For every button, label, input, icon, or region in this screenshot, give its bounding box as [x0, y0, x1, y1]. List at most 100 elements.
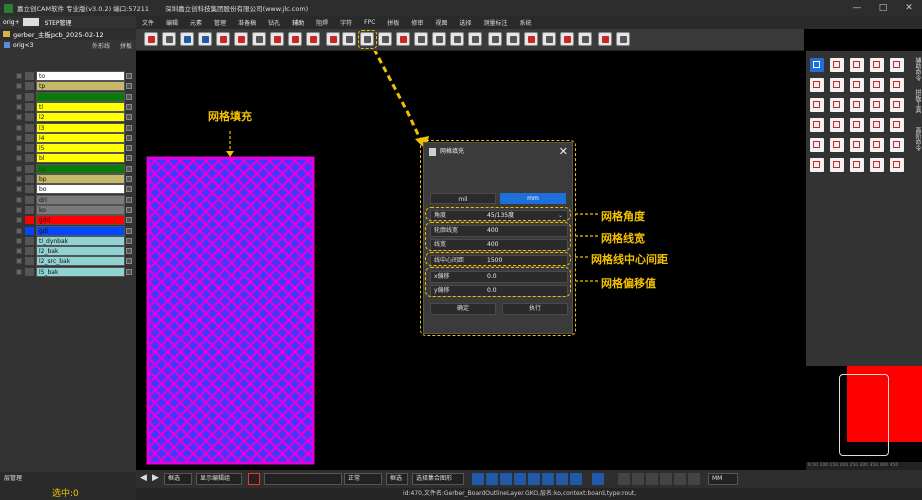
tool-button[interactable] [252, 32, 266, 46]
menu-item-0[interactable]: 文件 [136, 18, 160, 27]
layer-name[interactable]: bl [36, 153, 125, 164]
layer-color-swatch[interactable] [25, 164, 34, 173]
step-manager-button[interactable]: STEP管理 [45, 18, 72, 27]
command-icon-button[interactable] [890, 78, 904, 92]
command-icon-button[interactable] [870, 58, 884, 72]
layer-row[interactable]: l4 [16, 132, 133, 143]
command-icon-button[interactable] [870, 158, 884, 172]
layer-color-swatch[interactable] [25, 205, 34, 214]
layer-row[interactable]: bo [16, 184, 133, 195]
tool-button[interactable] [326, 32, 340, 46]
command-icon-button[interactable] [890, 138, 904, 152]
view-tool-button[interactable] [514, 473, 526, 485]
step-dropdown[interactable] [22, 18, 39, 26]
grid-fill-tool-button[interactable] [342, 32, 356, 46]
layer-color-swatch[interactable] [25, 72, 34, 80]
next-arrow-icon[interactable]: ▶ [152, 473, 159, 483]
layer-row[interactable]: tp [16, 81, 133, 92]
view-tool-button[interactable] [674, 473, 686, 485]
layer-lock-icon[interactable] [126, 217, 132, 224]
layer-color-swatch[interactable] [25, 257, 34, 266]
layer-row[interactable]: ko [16, 204, 133, 215]
layer-color-swatch[interactable] [25, 92, 34, 101]
layer-visibility-checkbox[interactable] [16, 124, 22, 131]
view-tool-button[interactable] [486, 473, 498, 485]
layer-visibility-checkbox[interactable] [16, 227, 22, 234]
layer-lock-icon[interactable] [126, 145, 132, 152]
tool-button[interactable] [360, 32, 374, 46]
tool-button[interactable] [488, 32, 502, 46]
layer-name[interactable]: l2 [36, 112, 125, 123]
menu-item-3[interactable]: 管理 [208, 18, 232, 27]
layer-color-swatch[interactable] [25, 216, 34, 225]
layer-name[interactable]: gdl [36, 225, 125, 236]
command-icon-button[interactable] [870, 98, 884, 112]
layer-row[interactable]: bl [16, 153, 133, 164]
tool-button[interactable] [198, 32, 212, 46]
layer-color-swatch[interactable] [25, 267, 34, 276]
command-icon-button[interactable] [830, 78, 844, 92]
layer-row[interactable]: drl [16, 194, 133, 205]
layer-name[interactable]: bp [36, 174, 125, 184]
layer-color-swatch[interactable] [25, 123, 34, 132]
menu-item-5[interactable]: 钻孔 [262, 18, 286, 27]
view-tool-button[interactable] [646, 473, 658, 485]
view-tool-button[interactable] [500, 473, 512, 485]
command-icon-button[interactable] [830, 98, 844, 112]
layer-lock-icon[interactable] [126, 227, 132, 234]
layer-name[interactable]: bo [36, 184, 125, 195]
layer-name[interactable]: ts [36, 91, 125, 102]
command-icon-button[interactable] [810, 78, 824, 92]
layer-visibility-checkbox[interactable] [16, 134, 22, 141]
command-icon-button[interactable] [830, 118, 844, 132]
menu-item-2[interactable]: 元素 [184, 18, 208, 27]
layer-name[interactable]: tl [36, 101, 125, 112]
layer-lock-icon[interactable] [126, 93, 132, 100]
layer-row[interactable]: gdd [16, 215, 133, 226]
layer-visibility-checkbox[interactable] [16, 237, 22, 244]
unit-select[interactable]: MM [708, 473, 738, 485]
layer-row[interactable]: l5 [16, 143, 133, 154]
layer-lock-icon[interactable] [126, 268, 132, 275]
command-icon-button[interactable] [810, 98, 824, 112]
command-icon-button[interactable] [830, 138, 844, 152]
command-icon-button[interactable] [890, 98, 904, 112]
layer-name[interactable]: drl [36, 194, 125, 205]
command-icon-button[interactable] [890, 118, 904, 132]
tool-button[interactable] [216, 32, 230, 46]
layer-visibility-checkbox[interactable] [16, 176, 22, 182]
layer-color-swatch[interactable] [25, 247, 34, 256]
layer-lock-icon[interactable] [126, 196, 132, 203]
menu-item-1[interactable]: 编辑 [160, 18, 184, 27]
tool-button[interactable] [414, 32, 428, 46]
view-tool-button[interactable] [542, 473, 554, 485]
command-icon-button[interactable] [870, 78, 884, 92]
layer-row[interactable]: l3 [16, 122, 133, 133]
tool-button[interactable] [144, 32, 158, 46]
command-icon-button[interactable] [870, 138, 884, 152]
tool-button[interactable] [288, 32, 302, 46]
menu-item-6[interactable]: 辅助 [286, 18, 310, 27]
layer-lock-icon[interactable] [126, 103, 132, 110]
view-tool-button[interactable] [556, 473, 568, 485]
view-tool-button[interactable] [618, 473, 630, 485]
minimap-viewport[interactable] [839, 374, 889, 456]
layer-lock-icon[interactable] [126, 186, 132, 193]
layer-row[interactable]: l2_src_bak [16, 256, 133, 267]
layer-color-swatch[interactable] [25, 236, 34, 245]
command-icon-button[interactable] [850, 158, 864, 172]
show-editor-button[interactable]: 显示编辑组 [196, 473, 242, 485]
select-set-button[interactable]: 选择集合图形 [412, 473, 464, 485]
layer-row[interactable]: to [16, 71, 133, 81]
view-tool-button[interactable] [592, 473, 604, 485]
view-tool-button[interactable] [632, 473, 644, 485]
layer-visibility-checkbox[interactable] [16, 186, 22, 193]
command-icon-button[interactable] [850, 138, 864, 152]
mode-select[interactable]: 框选 [164, 473, 192, 485]
layer-name[interactable]: tp [36, 81, 125, 92]
layer-color-swatch[interactable] [25, 185, 34, 194]
layer-row[interactable]: gdl [16, 225, 133, 236]
layer-lock-icon[interactable] [126, 248, 132, 255]
layer-lock-icon[interactable] [126, 206, 132, 213]
tool-button[interactable] [270, 32, 284, 46]
